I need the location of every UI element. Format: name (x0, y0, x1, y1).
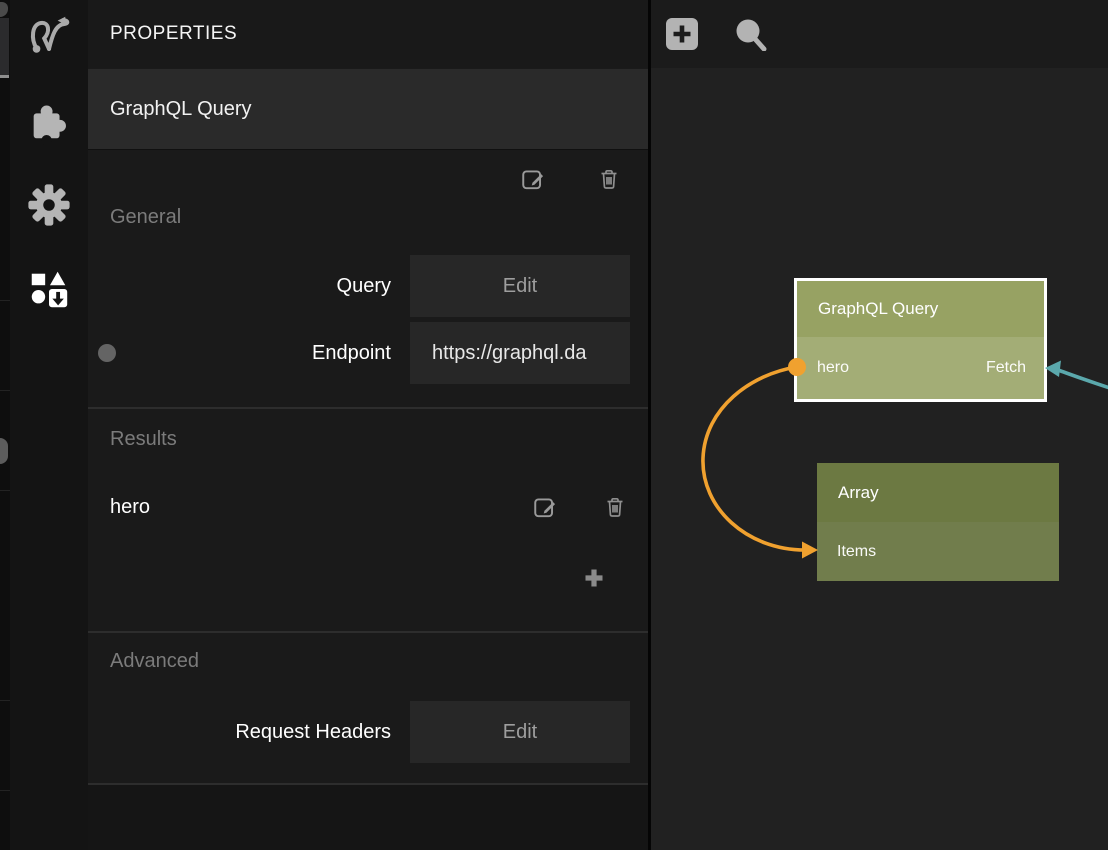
section-title-results: Results (110, 428, 177, 451)
canvas-node-array[interactable]: Array Items (817, 463, 1059, 581)
port-fetch[interactable]: Fetch (986, 359, 1026, 377)
port-items[interactable]: Items (837, 543, 876, 561)
property-row-endpoint: Endpoint https://graphql.da (88, 322, 648, 384)
query-edit-button[interactable]: Edit (410, 255, 630, 317)
selected-node-title: GraphQL Query (110, 69, 252, 149)
trash-icon[interactable] (603, 495, 629, 521)
divider (88, 407, 648, 409)
panel-divider (648, 0, 651, 850)
divider (88, 149, 648, 150)
background-handle (0, 438, 8, 464)
search-icon[interactable] (733, 17, 767, 51)
section-title-general: General (110, 206, 181, 229)
port-hero[interactable]: hero (817, 359, 849, 377)
node-ports: hero Fetch (797, 337, 1044, 399)
background-divider (0, 700, 10, 701)
request-headers-edit-button[interactable]: Edit (410, 701, 630, 763)
panel-footer (88, 785, 648, 850)
edit-pencil-icon[interactable] (520, 166, 546, 192)
endpoint-input[interactable]: https://graphql.da (410, 322, 630, 384)
background-panel-edge (0, 0, 10, 850)
connection-fetch[interactable] (1045, 361, 1108, 389)
property-label: Request Headers (88, 701, 391, 763)
background-blob (0, 2, 8, 17)
selected-node-row: GraphQL Query (88, 69, 648, 149)
node-header[interactable]: GraphQL Query (797, 281, 1044, 337)
background-divider (0, 300, 10, 301)
trash-icon[interactable] (597, 167, 623, 193)
activity-bar (10, 0, 88, 850)
edit-pencil-icon[interactable] (532, 494, 558, 520)
property-row-request-headers: Request Headers Edit (88, 701, 648, 763)
node-ports: Items (817, 522, 1059, 581)
node-title: GraphQL Query (818, 299, 938, 319)
background-divider (0, 390, 10, 391)
property-row-query: Query Edit (88, 255, 648, 317)
add-node-icon[interactable] (665, 17, 699, 51)
section-title-advanced: Advanced (110, 650, 199, 673)
node-canvas[interactable]: GraphQL Query hero Fetch Array Items (651, 0, 1108, 850)
background-divider (0, 490, 10, 491)
connection-wires (651, 0, 1108, 850)
property-label: Endpoint (88, 322, 391, 384)
background-divider (0, 790, 10, 791)
background-highlight-line (0, 75, 9, 78)
canvas-node-graphql-query[interactable]: GraphQL Query hero Fetch (794, 278, 1047, 402)
puzzle-icon[interactable] (26, 99, 72, 145)
add-result-button[interactable] (582, 566, 608, 592)
properties-header: PROPERTIES (88, 0, 648, 68)
background-panel-corner (0, 18, 9, 75)
node-header[interactable]: Array (817, 463, 1059, 522)
node-title: Array (838, 483, 879, 503)
panel-title: PROPERTIES (110, 0, 237, 68)
gear-icon[interactable] (26, 182, 72, 228)
property-label: Query (88, 255, 391, 317)
node-graph-icon[interactable] (26, 12, 72, 58)
result-item-hero: hero (110, 490, 150, 524)
canvas-toolbar (651, 0, 1108, 68)
properties-panel: PROPERTIES GraphQL Query General Query E… (88, 0, 648, 850)
components-import-icon[interactable] (26, 267, 72, 313)
divider (88, 631, 648, 633)
